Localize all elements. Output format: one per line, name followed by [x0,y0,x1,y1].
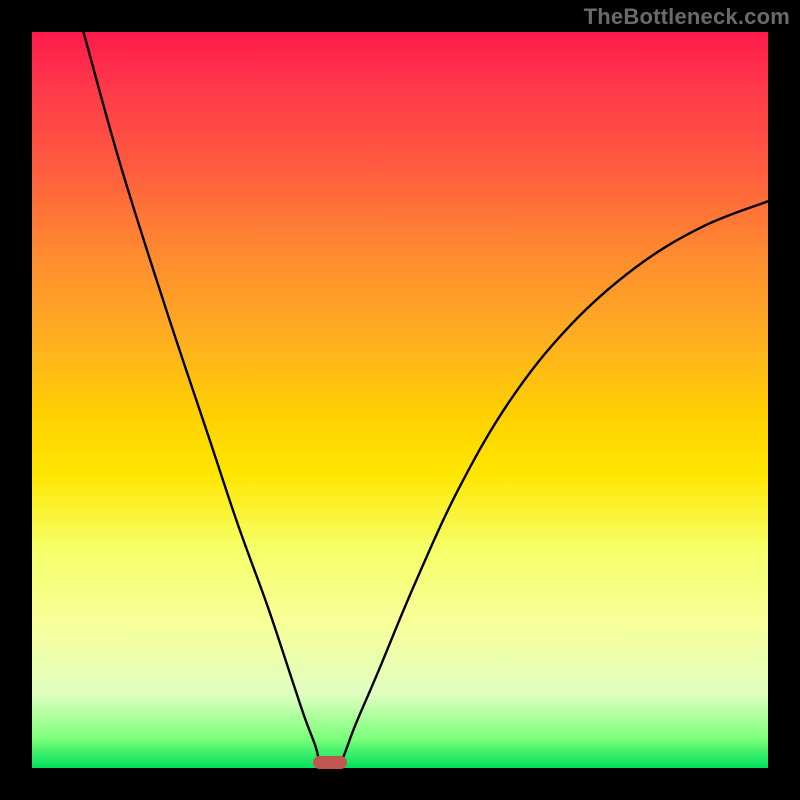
plot-area [32,32,768,768]
watermark-text: TheBottleneck.com [584,4,790,30]
minimum-marker [313,756,347,769]
chart-frame: TheBottleneck.com [0,0,800,800]
bottleneck-curve [32,32,768,768]
